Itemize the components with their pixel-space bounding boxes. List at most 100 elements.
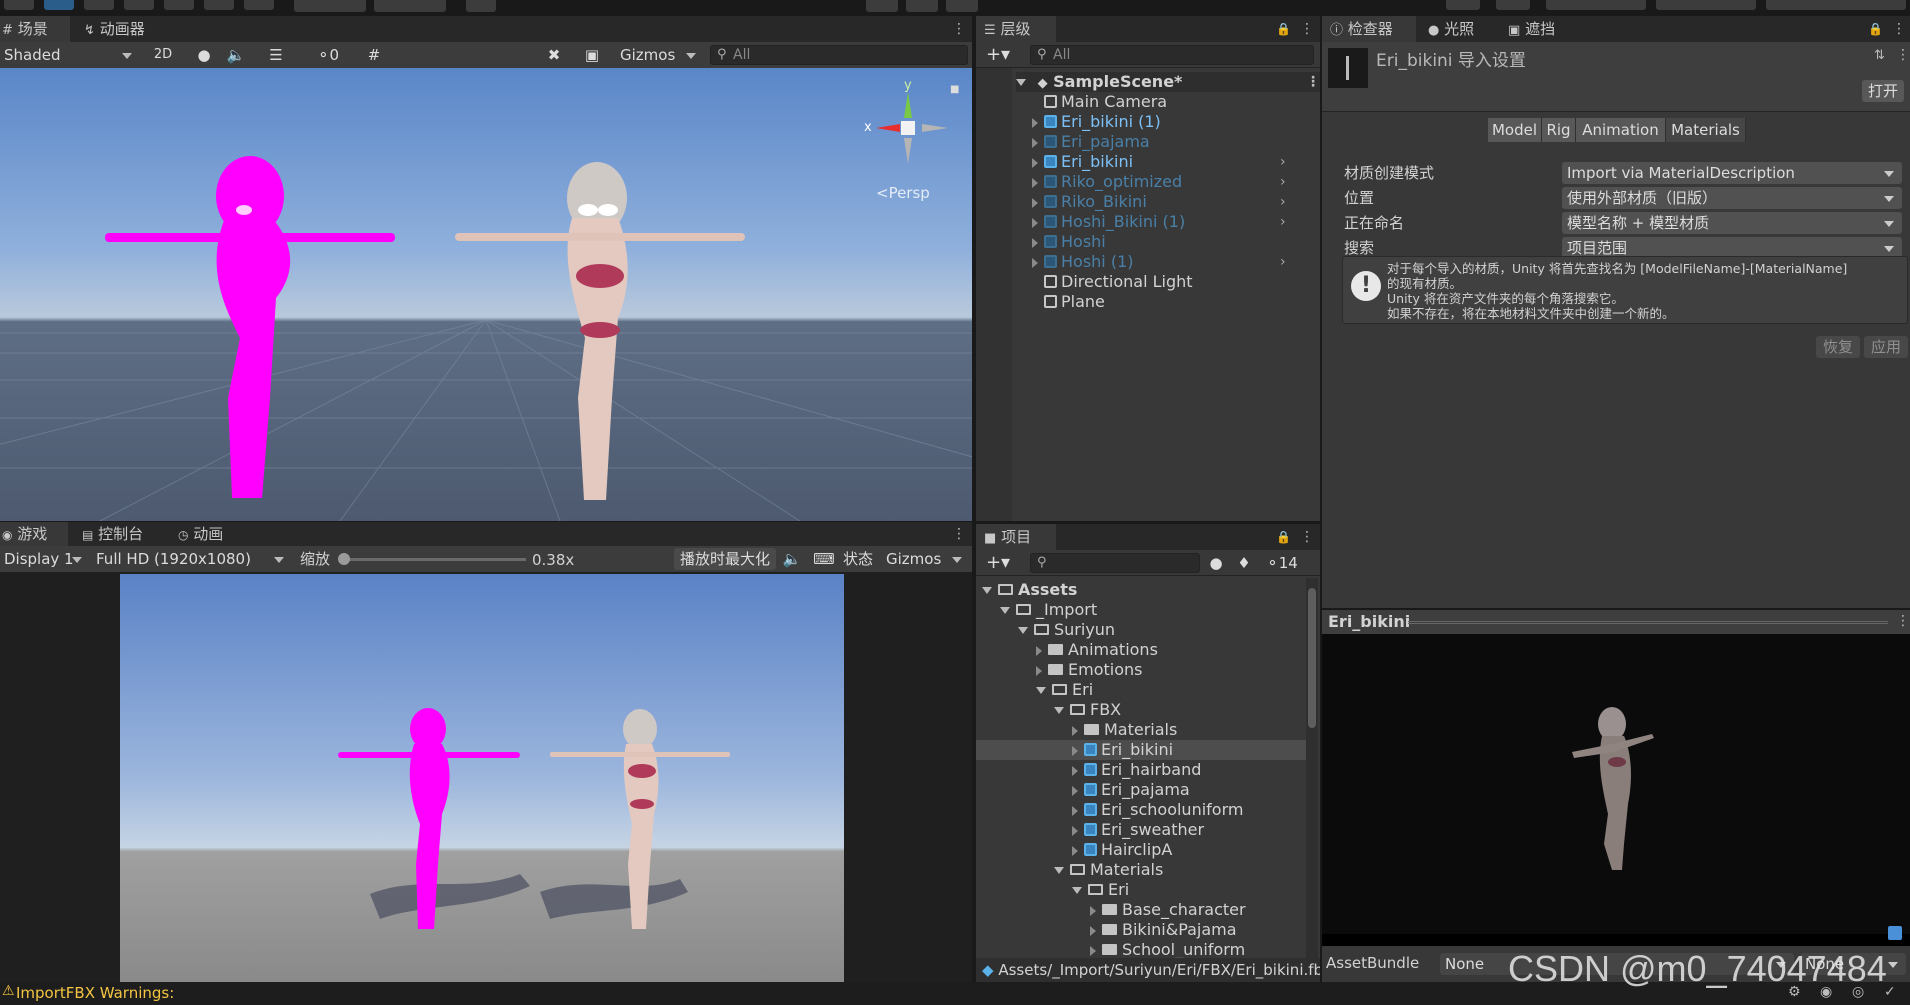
scene-children-chevron-icon[interactable]: › bbox=[1280, 192, 1286, 212]
grid-snap-icon[interactable]: # bbox=[352, 44, 396, 66]
project-search-input[interactable] bbox=[1030, 553, 1200, 573]
hierarchy-item[interactable]: Directional Light bbox=[1016, 272, 1316, 292]
apply-button[interactable]: 应用 bbox=[1864, 336, 1908, 358]
tool-transform-button[interactable] bbox=[204, 0, 234, 10]
tab-project[interactable]: ■ 项目 bbox=[976, 524, 1056, 550]
lighting-toggle-icon[interactable]: ● bbox=[192, 44, 216, 66]
tab-scene[interactable]: # 场景 bbox=[0, 16, 70, 42]
hierarchy-item[interactable]: Riko_optimized › bbox=[1016, 172, 1316, 192]
expand-arrow-icon[interactable] bbox=[1072, 785, 1078, 796]
expand-arrow-icon[interactable] bbox=[1036, 687, 1046, 694]
account-dropdown[interactable] bbox=[1546, 0, 1646, 10]
snap-button[interactable] bbox=[466, 0, 496, 12]
expand-arrow-icon[interactable] bbox=[1072, 725, 1078, 736]
resolution-dropdown[interactable]: Full HD (1920x1080) bbox=[92, 548, 290, 570]
expand-arrow-icon[interactable] bbox=[1032, 197, 1038, 208]
pause-button[interactable] bbox=[906, 0, 938, 12]
scene-menu-icon[interactable] bbox=[952, 22, 956, 36]
tab-inspector[interactable]: ⓘ 检查器 bbox=[1322, 16, 1416, 42]
tool-rotate-button[interactable] bbox=[84, 0, 114, 10]
expand-arrow-icon[interactable] bbox=[1032, 217, 1038, 228]
shading-dropdown[interactable]: Shaded bbox=[0, 44, 138, 66]
camera-icon[interactable]: ▣ bbox=[574, 44, 610, 66]
expand-arrow-icon[interactable] bbox=[1072, 845, 1078, 856]
hierarchy-item[interactable]: Riko_Bikini › bbox=[1016, 192, 1316, 212]
inspector-row-dropdown[interactable]: 模型名称 + 模型材质 bbox=[1562, 212, 1902, 234]
inspector-row-dropdown[interactable]: Import via MaterialDescription bbox=[1562, 162, 1902, 184]
collab-button[interactable] bbox=[1446, 0, 1480, 10]
expand-arrow-icon[interactable] bbox=[1090, 945, 1096, 956]
hierarchy-item[interactable]: Hoshi (1) › bbox=[1016, 252, 1316, 272]
hierarchy-item[interactable]: Eri_pajama bbox=[1016, 132, 1316, 152]
project-scrollbar-thumb[interactable] bbox=[1308, 588, 1316, 728]
project-item[interactable]: FBX bbox=[976, 700, 1306, 720]
audio-toggle-icon[interactable]: 🔈 bbox=[224, 44, 248, 66]
expand-arrow-icon[interactable] bbox=[1090, 925, 1096, 936]
game-menu-icon[interactable] bbox=[952, 527, 956, 541]
settings-icon[interactable]: ⇅ bbox=[1874, 48, 1885, 63]
status-message[interactable]: ImportFBX Warnings: bbox=[16, 984, 174, 1002]
orientation-gizmo[interactable]: y x ■ bbox=[864, 78, 959, 174]
game-viewport[interactable] bbox=[120, 574, 844, 982]
project-item[interactable]: Eri_bikini bbox=[976, 740, 1306, 760]
tab-lighting[interactable]: ● 光照 bbox=[1428, 16, 1498, 42]
expand-arrow-icon[interactable] bbox=[1000, 607, 1010, 614]
hierarchy-item[interactable]: Plane bbox=[1016, 292, 1316, 312]
expand-arrow-icon[interactable] bbox=[1036, 665, 1042, 676]
importer-tab-materials[interactable]: Materials bbox=[1666, 118, 1746, 142]
layers-dropdown[interactable] bbox=[1656, 0, 1756, 10]
expand-arrow-icon[interactable] bbox=[1036, 645, 1042, 656]
expand-arrow-icon[interactable] bbox=[1032, 137, 1038, 148]
expand-arrow-icon[interactable] bbox=[1032, 177, 1038, 188]
inspector-row-dropdown[interactable]: 使用外部材质（旧版） bbox=[1562, 187, 1902, 209]
preview-menu-icon[interactable] bbox=[1896, 614, 1900, 628]
search-by-label-icon[interactable]: ♦ bbox=[1232, 552, 1256, 574]
play-button[interactable] bbox=[866, 0, 898, 12]
project-menu-icon[interactable] bbox=[1300, 530, 1304, 544]
expand-arrow-icon[interactable] bbox=[1072, 805, 1078, 816]
pivot-toggle[interactable] bbox=[294, 0, 366, 12]
expand-arrow-icon[interactable] bbox=[1032, 237, 1038, 248]
scale-slider-handle[interactable] bbox=[338, 553, 350, 565]
project-item[interactable]: Assets bbox=[976, 580, 1306, 600]
inspector-menu-icon[interactable] bbox=[1892, 22, 1896, 36]
project-item[interactable]: Emotions bbox=[976, 660, 1306, 680]
importer-tab-model[interactable]: Model bbox=[1488, 118, 1542, 142]
hierarchy-search-input[interactable]: All bbox=[1030, 45, 1314, 65]
project-item[interactable]: HairclipA bbox=[976, 840, 1306, 860]
hierarchy-menu-icon[interactable] bbox=[1300, 22, 1304, 36]
open-button[interactable]: 打开 bbox=[1862, 80, 1904, 102]
tools-icon[interactable]: ✖ bbox=[540, 44, 568, 66]
expand-arrow-icon[interactable] bbox=[1032, 257, 1038, 268]
inspector-lock-icon[interactable]: 🔒 bbox=[1868, 22, 1883, 36]
hierarchy-item[interactable]: Hoshi bbox=[1016, 232, 1316, 252]
tab-game[interactable]: ◉ 游戏 bbox=[0, 522, 68, 546]
project-item[interactable]: Eri_schooluniform bbox=[976, 800, 1306, 820]
project-item[interactable]: Bikini&Pajama bbox=[976, 920, 1306, 940]
create-button[interactable]: +▾ bbox=[980, 44, 1016, 66]
importer-tab-animation[interactable]: Animation bbox=[1576, 118, 1666, 142]
scene-children-chevron-icon[interactable]: › bbox=[1280, 152, 1286, 172]
expand-arrow-icon[interactable] bbox=[1072, 765, 1078, 776]
project-item[interactable]: _Import bbox=[976, 600, 1306, 620]
project-item[interactable]: Eri_sweather bbox=[976, 820, 1306, 840]
tool-scale-button[interactable] bbox=[124, 0, 154, 10]
expand-arrow-icon[interactable] bbox=[1032, 117, 1038, 128]
step-button[interactable] bbox=[946, 0, 978, 12]
scene-children-chevron-icon[interactable]: › bbox=[1280, 172, 1286, 192]
project-item[interactable]: Eri bbox=[976, 880, 1306, 900]
services-button[interactable] bbox=[1496, 0, 1530, 10]
scene-viewport[interactable]: y x ■ <Persp bbox=[0, 68, 972, 521]
game-gizmos-dropdown[interactable]: Gizmos bbox=[882, 548, 968, 570]
scale-slider[interactable] bbox=[338, 553, 526, 565]
lock-icon[interactable]: 🔒 bbox=[1276, 22, 1291, 36]
expand-arrow-icon[interactable] bbox=[1032, 157, 1038, 168]
scene-children-chevron-icon[interactable]: › bbox=[1280, 252, 1286, 272]
hidden-packages-toggle[interactable]: ⚬14 bbox=[1260, 552, 1304, 574]
expand-arrow-icon[interactable] bbox=[982, 587, 992, 594]
project-create-button[interactable]: +▾ bbox=[980, 552, 1016, 574]
project-item[interactable]: Animations bbox=[976, 640, 1306, 660]
project-scrollbar[interactable] bbox=[1306, 578, 1318, 958]
layout-dropdown[interactable] bbox=[1766, 0, 1906, 10]
project-lock-icon[interactable]: 🔒 bbox=[1276, 530, 1291, 544]
